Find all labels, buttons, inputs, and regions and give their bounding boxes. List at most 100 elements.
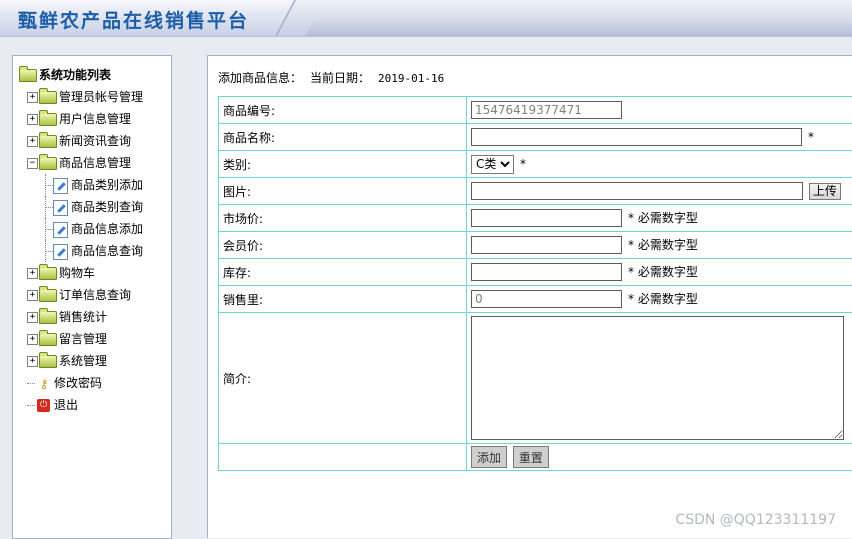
intro-textarea[interactable]	[471, 316, 844, 440]
date-value: 2019-01-16	[378, 72, 444, 85]
form-row-member-price: 会员价: * 必需数字型	[219, 232, 852, 259]
actions-cell: 添加 重置	[467, 444, 852, 471]
page-header: 甄鲜农产品在线销售平台	[0, 0, 852, 37]
header-decoration-lower	[305, 14, 852, 36]
edit-document-icon	[53, 244, 68, 260]
main-panel: 添加商品信息： 当前日期： 2019-01-16 商品编号: 商品名称: * 类别:…	[207, 55, 852, 538]
sidebar-item-cart[interactable]: + 购物车	[19, 262, 143, 284]
folder-icon	[39, 91, 57, 104]
sidebar-tree: 系统功能列表 +管理员帐号管理 +用户信息管理 +新闻资讯查询 −商品信息管理 …	[12, 55, 172, 539]
sidebar-item-label: 新闻资讯查询	[59, 134, 131, 148]
expand-plus-icon[interactable]: +	[27, 312, 38, 323]
required-mark: *	[808, 130, 814, 144]
sidebar-item-system[interactable]: + 系统管理	[19, 350, 143, 372]
expand-plus-icon[interactable]: +	[27, 136, 38, 147]
category-select[interactable]: C类	[471, 155, 514, 174]
stock-input[interactable]	[471, 263, 622, 281]
reset-button[interactable]: 重置	[513, 446, 549, 468]
expand-plus-icon[interactable]: +	[27, 334, 38, 345]
upload-button[interactable]: 上传	[809, 183, 841, 200]
sidebar-item-messages[interactable]: +留言管理	[19, 328, 143, 350]
required-mark: *	[520, 157, 526, 171]
product-form: 商品编号: 商品名称: * 类别: C类 * 图片: 上传 市场价:	[218, 96, 852, 471]
category-cell: C类 *	[467, 151, 852, 178]
sidebar-item-label: 商品信息添加	[71, 222, 143, 236]
market-price-label: 市场价:	[219, 205, 467, 232]
sidebar-item-label: 商品类别添加	[71, 178, 143, 192]
sidebar-item-news[interactable]: + 新闻资讯查询	[19, 130, 143, 152]
sidebar-item-label: 管理员帐号管理	[59, 90, 143, 104]
folder-icon	[39, 113, 57, 126]
sidebar-item-logout[interactable]: ⏻ 退出	[19, 394, 143, 416]
expand-plus-icon[interactable]: +	[27, 290, 38, 301]
sidebar-item-label: 订单信息查询	[59, 288, 131, 302]
numeric-hint: * 必需数字型	[628, 265, 698, 279]
date-label: 当前日期：	[310, 71, 370, 85]
sidebar-item-label: 购物车	[59, 266, 95, 280]
sidebar-item-user-info[interactable]: +用户信息管理	[19, 108, 143, 130]
code-label: 商品编号:	[219, 97, 467, 124]
sidebar-item-label: 商品信息查询	[71, 244, 143, 258]
sidebar-item-orders[interactable]: + 订单信息查询	[19, 284, 143, 306]
section-title: 添加商品信息：	[218, 71, 302, 85]
form-row-category: 类别: C类 *	[219, 151, 852, 178]
sidebar-item-query-category[interactable]: 商品类别查询	[19, 196, 143, 218]
sidebar-item-label: 系统管理	[59, 354, 107, 368]
image-label: 图片:	[219, 178, 467, 205]
sidebar-item-sales-stats[interactable]: + 销售统计	[19, 306, 143, 328]
site-title: 甄鲜农产品在线销售平台	[18, 6, 249, 33]
form-row-stock: 库存: * 必需数字型	[219, 259, 852, 286]
sidebar-item-label: 销售统计	[59, 310, 107, 324]
member-price-cell: * 必需数字型	[467, 232, 852, 259]
sidebar-item-label: 修改密码	[54, 376, 102, 390]
sidebar-item-change-password[interactable]: ⚷修改密码	[19, 372, 143, 394]
key-icon: ⚷	[37, 373, 51, 395]
image-path-input[interactable]	[471, 182, 803, 200]
intro-label: 简介:	[219, 313, 467, 444]
actions-label-cell	[219, 444, 467, 471]
folder-open-icon	[39, 157, 57, 170]
member-price-label: 会员价:	[219, 232, 467, 259]
sales-cell: * 必需数字型	[467, 286, 852, 313]
sidebar-item-query-product[interactable]: 商品信息查询	[19, 240, 143, 262]
sidebar-item-label: 商品信息管理	[59, 156, 131, 170]
sidebar-item-admin-accounts[interactable]: + 管理员帐号管理	[19, 86, 143, 108]
form-row-intro: 简介:	[219, 313, 852, 444]
numeric-hint: * 必需数字型	[628, 292, 698, 306]
sales-label: 销售里:	[219, 286, 467, 313]
product-code-input[interactable]	[471, 101, 622, 119]
tree-connector	[27, 383, 35, 384]
name-cell: *	[467, 124, 852, 151]
stock-cell: * 必需数字型	[467, 259, 852, 286]
form-row-code: 商品编号:	[219, 97, 852, 124]
name-label: 商品名称:	[219, 124, 467, 151]
member-price-input[interactable]	[471, 236, 622, 254]
expand-plus-icon[interactable]: +	[27, 268, 38, 279]
sidebar-item-label: 退出	[54, 398, 78, 412]
expand-plus-icon[interactable]: +	[27, 356, 38, 367]
tree-root-label: 系统功能列表	[39, 68, 111, 82]
page-heading: 添加商品信息： 当前日期： 2019-01-16	[218, 69, 444, 86]
edit-document-icon	[53, 222, 68, 238]
folder-icon	[39, 311, 57, 324]
market-price-cell: * 必需数字型	[467, 205, 852, 232]
edit-document-icon	[53, 178, 68, 194]
collapse-minus-icon[interactable]: −	[27, 158, 38, 169]
numeric-hint: * 必需数字型	[628, 211, 698, 225]
expand-plus-icon[interactable]: +	[27, 92, 38, 103]
market-price-input[interactable]	[471, 209, 622, 227]
product-name-input[interactable]	[471, 128, 802, 146]
form-row-sales: 销售里: * 必需数字型	[219, 286, 852, 313]
image-cell: 上传	[467, 178, 852, 205]
sidebar-item-add-product[interactable]: 商品信息添加	[19, 218, 143, 240]
tree-root[interactable]: 系统功能列表	[19, 64, 143, 86]
sales-input[interactable]	[471, 290, 622, 308]
watermark: CSDN @QQ123311197	[675, 512, 836, 528]
add-button[interactable]: 添加	[471, 446, 507, 468]
folder-icon	[39, 267, 57, 280]
sidebar-item-product-info[interactable]: − 商品信息管理	[19, 152, 143, 174]
category-label: 类别:	[219, 151, 467, 178]
expand-plus-icon[interactable]: +	[27, 114, 38, 125]
power-icon: ⏻	[37, 399, 50, 412]
sidebar-item-add-category[interactable]: 商品类别添加	[19, 174, 143, 196]
